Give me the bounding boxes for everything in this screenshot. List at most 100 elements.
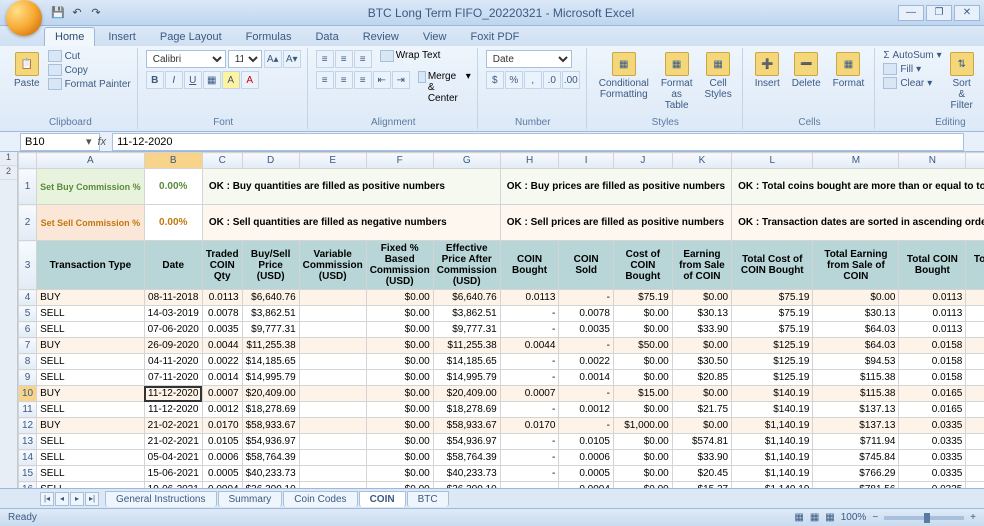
cond-format-button[interactable]: ▦Conditional Formatting bbox=[595, 50, 653, 102]
col-header-O[interactable]: O bbox=[966, 153, 984, 169]
redo-icon[interactable]: ↷ bbox=[88, 5, 104, 21]
restore-button[interactable]: ❐ bbox=[926, 5, 952, 21]
sheet-nav-next[interactable]: ▸ bbox=[70, 492, 84, 506]
cell[interactable]: $1,140.19 bbox=[732, 466, 813, 482]
col-header-J[interactable]: J bbox=[613, 153, 672, 169]
cell[interactable]: 0.0113 bbox=[966, 322, 984, 338]
cell[interactable]: 0.0113 bbox=[966, 338, 984, 354]
sheet-tab-summary[interactable]: Summary bbox=[218, 491, 283, 507]
cell[interactable]: 0.0005 bbox=[559, 466, 614, 482]
cell[interactable]: $20,409.00 bbox=[433, 386, 500, 402]
cell[interactable]: SELL bbox=[37, 434, 145, 450]
header-cell[interactable]: COIN Bought bbox=[500, 241, 559, 290]
currency-button[interactable]: $ bbox=[486, 71, 504, 89]
cell[interactable]: 0.0335 bbox=[899, 450, 966, 466]
cell[interactable]: - bbox=[500, 354, 559, 370]
row-header-12[interactable]: 12 bbox=[19, 418, 37, 434]
cell-sell-pct[interactable]: 0.00% bbox=[144, 205, 202, 241]
cell[interactable]: - bbox=[500, 466, 559, 482]
sheet-tab-general-instructions[interactable]: General Instructions bbox=[105, 491, 217, 507]
col-header-M[interactable]: M bbox=[813, 153, 899, 169]
cell[interactable]: $0.00 bbox=[366, 354, 433, 370]
cell[interactable] bbox=[299, 306, 366, 322]
cell[interactable]: $30.13 bbox=[672, 306, 731, 322]
col-header-A[interactable]: A bbox=[37, 153, 145, 169]
cell[interactable]: $14,185.65 bbox=[433, 354, 500, 370]
cell[interactable] bbox=[299, 466, 366, 482]
col-header-C[interactable]: C bbox=[202, 153, 242, 169]
comma-button[interactable]: , bbox=[524, 71, 542, 89]
view-normal-icon[interactable]: ▦ bbox=[794, 512, 803, 523]
zoom-in-button[interactable]: + bbox=[970, 512, 976, 523]
row-header-7[interactable]: 7 bbox=[19, 338, 37, 354]
cell[interactable]: $125.19 bbox=[732, 354, 813, 370]
cell[interactable]: BUY bbox=[37, 418, 145, 434]
font-name-select[interactable]: Calibri bbox=[146, 50, 226, 68]
cell[interactable]: - bbox=[500, 370, 559, 386]
cell[interactable]: 0.0113 bbox=[202, 290, 242, 306]
cell[interactable]: $54,936.97 bbox=[242, 434, 299, 450]
tab-home[interactable]: Home bbox=[44, 27, 95, 46]
cell[interactable]: $0.00 bbox=[672, 290, 731, 306]
sheet-nav-prev[interactable]: ◂ bbox=[55, 492, 69, 506]
cell[interactable]: $0.00 bbox=[366, 418, 433, 434]
outline-column[interactable]: 12 bbox=[0, 152, 18, 488]
format-cells-button[interactable]: ▦Format bbox=[829, 50, 869, 91]
cell[interactable]: 0.0014 bbox=[202, 370, 242, 386]
cell[interactable]: $40,233.73 bbox=[433, 466, 500, 482]
cell[interactable]: $0.00 bbox=[613, 466, 672, 482]
grow-font-button[interactable]: A▴ bbox=[264, 50, 282, 68]
wrap-text-button[interactable]: Wrap Text bbox=[380, 50, 441, 68]
indent-inc-button[interactable]: ⇥ bbox=[392, 71, 410, 89]
row-header-9[interactable]: 9 bbox=[19, 370, 37, 386]
paste-button[interactable]: 📋Paste bbox=[10, 50, 44, 91]
row-header-2[interactable]: 2 bbox=[19, 205, 37, 241]
cell[interactable]: 0.0078 bbox=[202, 306, 242, 322]
cell[interactable]: SELL bbox=[37, 450, 145, 466]
col-header-D[interactable]: D bbox=[242, 153, 299, 169]
merge-center-button[interactable]: Merge & Center ▾ bbox=[418, 71, 471, 104]
cell[interactable]: 0.0012 bbox=[559, 402, 614, 418]
cell[interactable]: $0.00 bbox=[366, 370, 433, 386]
cell[interactable]: $21.75 bbox=[672, 402, 731, 418]
cell[interactable]: $125.19 bbox=[732, 338, 813, 354]
cell[interactable]: $0.00 bbox=[366, 322, 433, 338]
cell[interactable]: 0.0105 bbox=[202, 434, 242, 450]
save-icon[interactable]: 💾 bbox=[50, 5, 66, 21]
tab-insert[interactable]: Insert bbox=[97, 27, 147, 46]
cell[interactable]: 0.0006 bbox=[559, 450, 614, 466]
cell[interactable]: $3,862.51 bbox=[242, 306, 299, 322]
cell[interactable]: - bbox=[500, 402, 559, 418]
cell[interactable]: $11,255.38 bbox=[433, 338, 500, 354]
namebox-dropdown-icon[interactable]: ▾ bbox=[86, 135, 92, 148]
cell[interactable]: 0.0134 bbox=[966, 354, 984, 370]
cell[interactable]: 0.0158 bbox=[899, 370, 966, 386]
cell[interactable]: $14,995.79 bbox=[433, 370, 500, 386]
cell[interactable]: $137.13 bbox=[813, 418, 899, 434]
header-cell[interactable]: Buy/Sell Price (USD) bbox=[242, 241, 299, 290]
cell[interactable]: 04-11-2020 bbox=[144, 354, 202, 370]
cell[interactable]: SELL bbox=[37, 402, 145, 418]
cell[interactable]: 0.0105 bbox=[559, 434, 614, 450]
cell[interactable]: 0.0170 bbox=[202, 418, 242, 434]
office-button[interactable] bbox=[6, 0, 42, 36]
cell[interactable] bbox=[299, 338, 366, 354]
cell[interactable]: 21-02-2021 bbox=[144, 418, 202, 434]
cell[interactable]: 0.0113 bbox=[899, 306, 966, 322]
cell[interactable]: $50.00 bbox=[613, 338, 672, 354]
cell[interactable]: 15-06-2021 bbox=[144, 466, 202, 482]
cell[interactable]: 0.0335 bbox=[899, 418, 966, 434]
cell[interactable]: SELL bbox=[37, 322, 145, 338]
cell[interactable]: $0.00 bbox=[366, 290, 433, 306]
tab-page-layout[interactable]: Page Layout bbox=[149, 27, 233, 46]
cut-button[interactable]: Cut bbox=[48, 50, 131, 62]
cell[interactable]: $0.00 bbox=[613, 322, 672, 338]
cell[interactable]: 0.0113 bbox=[899, 290, 966, 306]
cell[interactable]: 07-06-2020 bbox=[144, 322, 202, 338]
cell[interactable]: 0.0165 bbox=[899, 386, 966, 402]
formula-input[interactable]: 11-12-2020 bbox=[112, 133, 964, 151]
cell[interactable]: 05-04-2021 bbox=[144, 450, 202, 466]
cell[interactable]: - bbox=[500, 322, 559, 338]
cell[interactable]: $0.00 bbox=[366, 450, 433, 466]
sheet-tab-coin[interactable]: COIN bbox=[359, 491, 406, 507]
